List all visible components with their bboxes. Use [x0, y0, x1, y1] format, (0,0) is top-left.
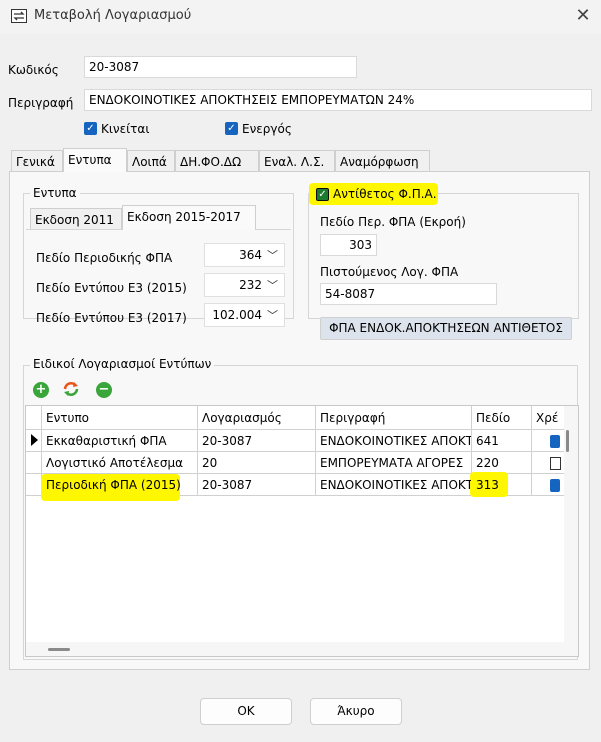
forms-group-title: Εντυπα: [30, 186, 80, 200]
col-header-field[interactable]: Πεδίο: [472, 407, 532, 429]
current-row-indicator: [31, 434, 38, 446]
e3-2017-field-select[interactable]: 102.004 ﹀: [204, 303, 285, 327]
row-3-description[interactable]: ΕΝΔΟΚΟΙΝΟΤΙΚΕΣ ΑΠΟΚΤ: [316, 474, 471, 496]
row-2-description[interactable]: ΕΜΠΟΡΕΥΜΑΤΑ ΑΓΟΡΕΣ: [316, 452, 471, 474]
tab-restatement[interactable]: Αναμόρφωση: [335, 150, 430, 172]
row-3-debit-checkbox[interactable]: [550, 479, 560, 492]
reverse-vat-field-label: Πεδίο Περ. ΦΠΑ (Εκροή): [320, 215, 466, 229]
grid-hscroll-thumb[interactable]: [48, 648, 70, 651]
row-3-form[interactable]: Περιοδική ΦΠΑ (2015): [42, 474, 197, 496]
chevron-down-icon: ﹀: [267, 279, 278, 292]
credited-account-description-button[interactable]: ΦΠΑ ΕΝΔΟΚ.ΑΠΟΚΤΗΣΕΩΝ ΑΝΤΙΘΕΤΟΣ: [320, 317, 572, 340]
moving-label: Κινείται: [101, 122, 150, 136]
row-1-form[interactable]: Εκκαθαριστική ΦΠΑ: [42, 430, 197, 452]
tab-general[interactable]: Γενικά: [11, 150, 63, 172]
close-button[interactable]: ✕: [570, 4, 596, 28]
col-header-description[interactable]: Περιγραφή: [316, 407, 472, 429]
refresh-icon[interactable]: [62, 380, 80, 398]
row-2-form[interactable]: Λογιστικό Αποτέλεσμα: [42, 452, 197, 474]
grid-horizontal-scrollbar[interactable]: [26, 642, 564, 656]
e3-2015-field-select[interactable]: 232 ﹀: [204, 273, 285, 297]
moving-checkbox[interactable]: ✓: [84, 122, 97, 135]
grid-divider: [531, 406, 532, 496]
row-3-field[interactable]: 313: [472, 474, 531, 496]
col-header-account[interactable]: Λογαριασμός: [198, 407, 316, 429]
add-icon[interactable]: +: [33, 382, 49, 398]
row-1-description[interactable]: ΕΝΔΟΚΟΙΝΟΤΙΚΕΣ ΑΠΟΚΤ: [316, 430, 471, 452]
row-1-field[interactable]: 641: [472, 430, 531, 452]
app-icon: [11, 9, 27, 23]
special-accounts-title: Ειδικοί Λογαριασμοί Εντύπων: [30, 357, 215, 371]
row-2-account[interactable]: 20: [198, 452, 315, 474]
tab-other[interactable]: Λοιπά: [127, 150, 175, 172]
e3-2015-field-label: Πεδίο Εντύπου Ε3 (2015): [36, 281, 187, 295]
description-input[interactable]: ΕΝΔΟΚΟΙΝΟΤΙΚΕΣ ΑΠΟΚΤΗΣΕΙΣ ΕΜΠΟΡΕΥΜΑΤΩΝ 2…: [84, 89, 592, 111]
subtab-2011[interactable]: Εκδοση 2011: [30, 208, 122, 230]
active-label: Ενεργός: [242, 122, 292, 136]
description-label: Περιγραφή: [8, 96, 74, 110]
chevron-down-icon: ﹀: [267, 249, 278, 262]
grid-scroll-thumb[interactable]: [566, 430, 569, 452]
e3-2017-field-value: 102.004: [212, 308, 262, 322]
code-input[interactable]: 20-3087: [84, 56, 357, 78]
ok-button[interactable]: OK: [200, 698, 292, 725]
active-checkbox[interactable]: ✓: [225, 122, 238, 135]
e3-2017-field-label: Πεδίο Εντύπου Ε3 (2017): [36, 311, 187, 325]
row-2-field[interactable]: 220: [472, 452, 531, 474]
chevron-down-icon: ﹀: [267, 309, 278, 322]
row-1-debit-checkbox[interactable]: [550, 435, 560, 448]
row-3-account[interactable]: 20-3087: [198, 474, 315, 496]
remove-icon[interactable]: −: [96, 382, 112, 398]
window-title: Μεταβολή Λογαριασμού: [34, 8, 192, 23]
tab-dhfodo[interactable]: ΔΗ.ΦΟ.ΔΩ: [175, 150, 259, 172]
code-label: Κωδικός: [8, 63, 59, 77]
col-header-debit[interactable]: Χρέ: [532, 407, 560, 429]
periodic-vat-field-value: 364: [239, 248, 262, 262]
tab-alternative-accounts[interactable]: Εναλ. Λ.Σ.: [259, 150, 335, 172]
credited-account-input[interactable]: 54-8087: [320, 283, 497, 305]
tab-forms[interactable]: Εντυπα: [63, 148, 127, 172]
reverse-vat-field-input[interactable]: 303: [320, 234, 377, 256]
reverse-vat-checkbox[interactable]: ✓: [316, 188, 329, 201]
e3-2015-field-value: 232: [239, 278, 262, 292]
periodic-vat-field-select[interactable]: 364 ﹀: [204, 243, 285, 267]
subtab-2015-2017[interactable]: Εκδοση 2015-2017: [122, 205, 256, 230]
credited-account-label: Πιστούμενος Λογ. ΦΠΑ: [320, 265, 459, 279]
row-1-account[interactable]: 20-3087: [198, 430, 315, 452]
row-2-debit-checkbox[interactable]: [550, 457, 561, 470]
reverse-vat-label: Αντίθετος Φ.Π.Α.: [333, 187, 437, 201]
periodic-vat-field-label: Πεδίο Περιοδικής ΦΠΑ: [36, 251, 173, 265]
cancel-button[interactable]: Άκυρο: [310, 698, 402, 725]
col-header-form[interactable]: Εντυπο: [42, 407, 198, 429]
